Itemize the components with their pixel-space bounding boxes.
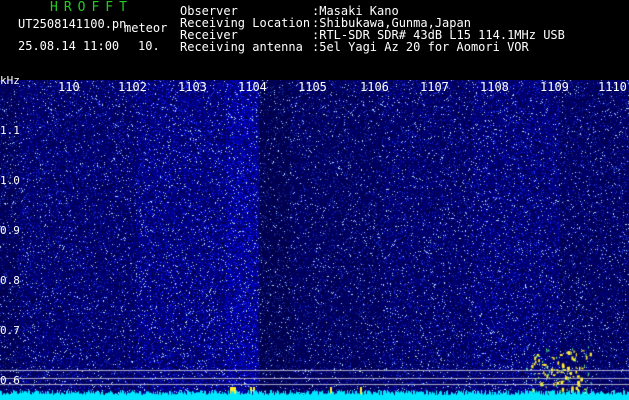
- header-panel: HROFFT UT2508141100.pn meteor 25.08.14 1…: [0, 0, 629, 80]
- time-tick-label: 1103: [178, 80, 207, 94]
- time-tick-label: 1104: [238, 80, 267, 94]
- brand-title: HROFFT: [50, 0, 133, 15]
- frequency-tick-label: 1.0: [0, 174, 20, 187]
- time-tick-label: 1109: [540, 80, 569, 94]
- image-filename: UT2508141100.pn: [18, 17, 127, 31]
- time-tick-label: 1105: [298, 80, 327, 94]
- time-tick-label: 1102: [118, 80, 147, 94]
- spectrogram-canvas: [0, 80, 629, 400]
- time-tick-label: 110: [58, 80, 80, 94]
- frequency-tick-label: 0.6: [0, 374, 20, 387]
- frequency-tick-label: 0.8: [0, 274, 20, 287]
- time-tick-label: 1107: [420, 80, 449, 94]
- frequency-tick-label: 1.1: [0, 124, 20, 137]
- antenna-value: :5el Yagi Az 20 for Aomori VOR: [312, 40, 529, 54]
- antenna-label: Receiving antenna: [180, 40, 303, 54]
- frequency-tick-label: 0.9: [0, 224, 20, 237]
- frequency-tick-label: 0.7: [0, 324, 20, 337]
- time-tick-label: 1108: [480, 80, 509, 94]
- frequency-unit-label: kHz: [0, 74, 20, 87]
- observation-datetime: 25.08.14 11:00: [18, 39, 120, 53]
- filename-suffix: meteor: [124, 21, 168, 35]
- time-tick-label: 1106: [360, 80, 389, 94]
- time-tick-label: 1110: [598, 80, 627, 94]
- meteor-count: 10.: [138, 39, 160, 53]
